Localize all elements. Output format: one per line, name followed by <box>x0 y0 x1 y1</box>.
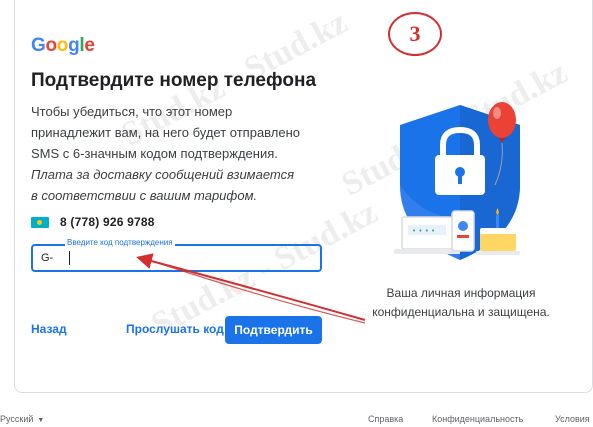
verification-code-label: Введите код подтверждения <box>65 238 175 247</box>
listen-code-button[interactable]: Прослушать код <box>126 322 224 336</box>
logo-letter: o <box>56 35 69 56</box>
kz-flag-icon <box>31 216 49 228</box>
language-label: Русский <box>0 414 34 424</box>
chevron-down-icon: ▼ <box>37 417 45 424</box>
verification-code-field[interactable]: Введите код подтверждения G- <box>31 238 322 272</box>
instructions-text: Чтобы убедиться, что этот номер принадле… <box>31 104 301 161</box>
page-title: Подтвердите номер телефона <box>31 70 317 91</box>
logo-letter: e <box>84 35 95 56</box>
security-illustration: • • • • <box>394 102 520 260</box>
svg-text:• • • •: • • • • <box>412 227 435 235</box>
footer: Русский ▼ Справка Конфиденциальность Усло… <box>0 414 593 427</box>
confirm-button[interactable]: Подтвердить <box>225 316 322 344</box>
language-selector[interactable]: Русский ▼ <box>0 414 44 424</box>
logo-letter: G <box>31 35 46 56</box>
step-number-badge: 3 <box>388 12 442 56</box>
laptop-icon: • • • • <box>394 216 460 254</box>
privacy-note: Ваша личная информация конфиденциальна и… <box>372 286 550 319</box>
instructions: Чтобы убедиться, что этот номер принадле… <box>31 101 301 206</box>
text-caret <box>69 251 70 265</box>
phone-device-icon <box>451 210 475 252</box>
verification-code-input[interactable] <box>67 249 307 267</box>
back-button[interactable]: Назад <box>31 322 67 336</box>
google-logo: Google <box>31 35 95 57</box>
instructions-fee-note: Плата за доставку сообщений взимается в … <box>31 167 295 203</box>
code-prefix: G- <box>41 252 54 264</box>
logo-letter: g <box>68 35 80 56</box>
footer-terms-link[interactable]: Условия <box>555 414 590 424</box>
phone-number: 8 (778) 926 9788 <box>60 215 155 229</box>
footer-privacy-link[interactable]: Конфиденциальность <box>432 414 523 424</box>
footer-help-link[interactable]: Справка <box>368 414 403 424</box>
logo-letter: o <box>45 35 57 56</box>
phone-row: 8 (778) 926 9788 <box>31 215 155 229</box>
page-root: Stud.kz - Stud.kz Stud.kz - Stud.kz Stud… <box>0 0 593 427</box>
